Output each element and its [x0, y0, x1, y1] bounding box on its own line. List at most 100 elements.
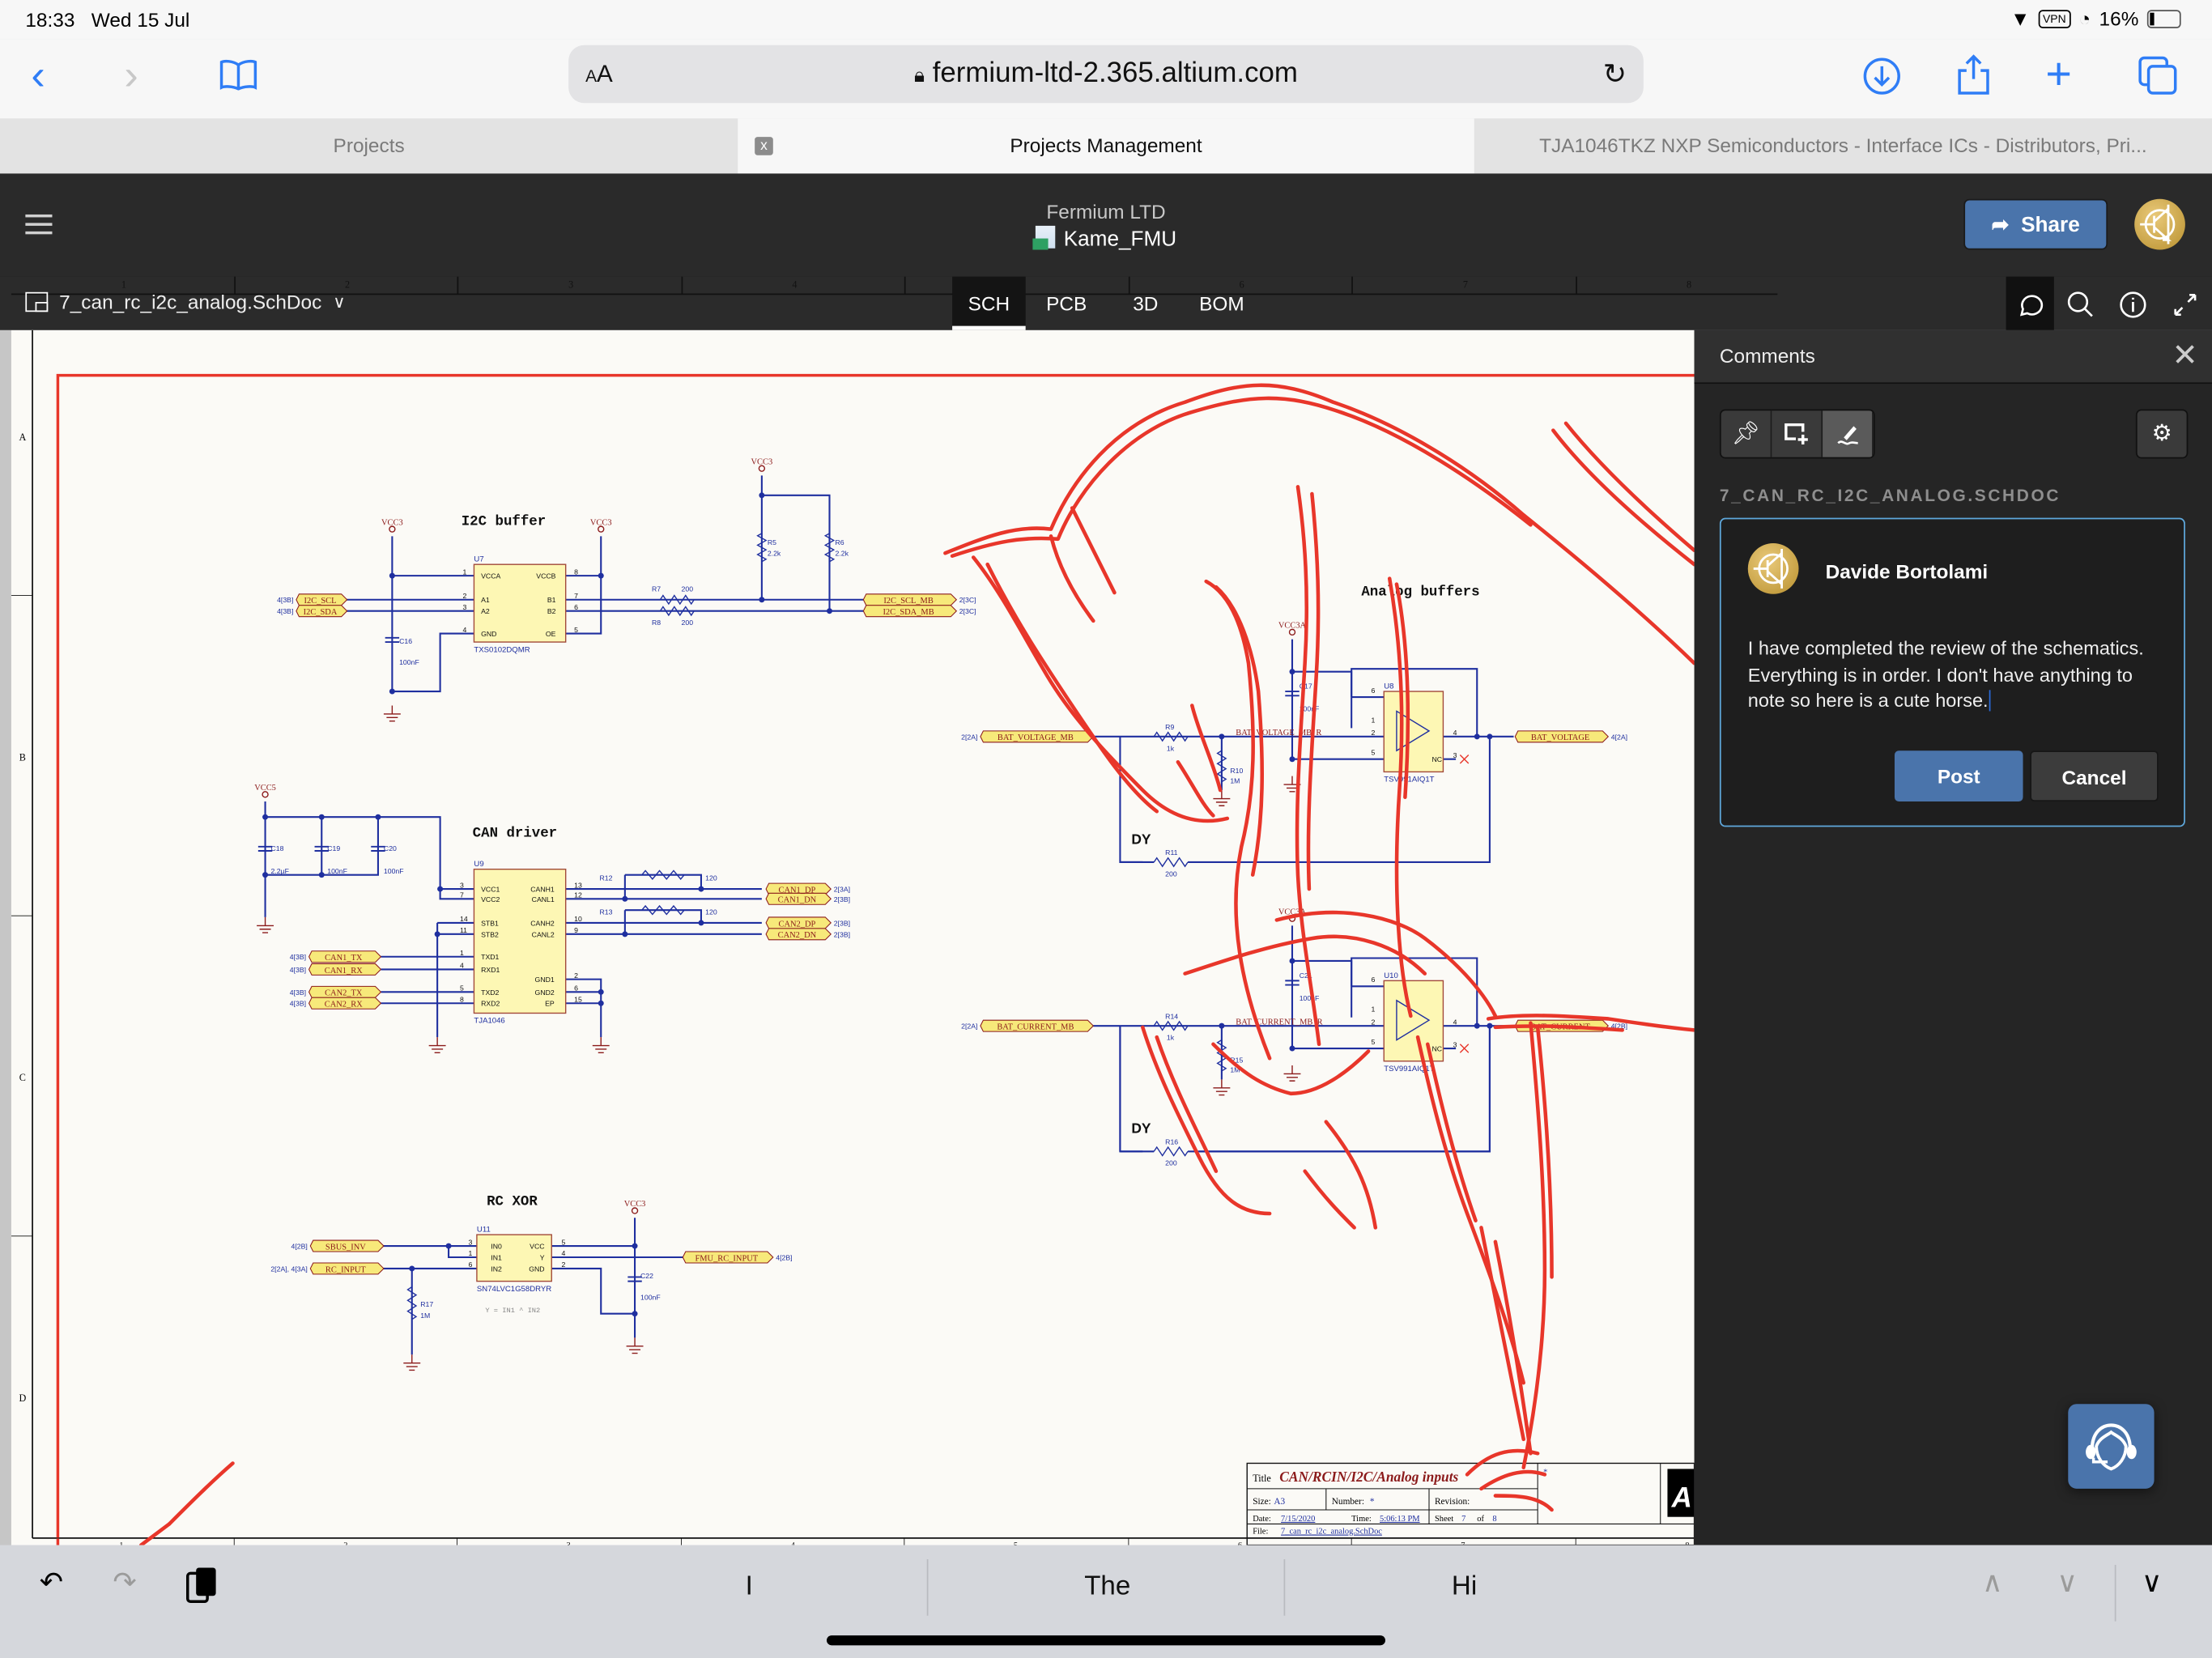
pin-label: GND1	[535, 976, 555, 984]
project-name[interactable]: Kame_FMU	[0, 225, 2212, 251]
divider	[926, 1558, 929, 1616]
next-field-icon[interactable]: ∨	[2057, 1565, 2078, 1601]
gear-icon[interactable]: ⚙︎	[2137, 410, 2187, 457]
comments-icon[interactable]	[2006, 276, 2054, 330]
share-icon[interactable]	[1955, 53, 1992, 103]
resistor	[406, 1286, 418, 1320]
port-name: CAN2_DP	[779, 920, 816, 929]
fullscreen-icon[interactable]	[2161, 277, 2209, 330]
support-button[interactable]	[2068, 1404, 2155, 1489]
download-icon[interactable]	[1862, 57, 1902, 104]
resistor	[641, 904, 685, 916]
suggestion-3[interactable]: Hi	[1288, 1557, 1641, 1619]
document-icon	[25, 291, 49, 312]
resistor	[1153, 1146, 1189, 1157]
divider	[1283, 1558, 1286, 1616]
tab-pcb[interactable]: PCB	[1034, 277, 1099, 330]
undo-icon[interactable]: ↶	[40, 1565, 63, 1601]
resistor	[756, 533, 768, 563]
pin-number: 14	[460, 915, 468, 923]
bookmarks-icon[interactable]	[219, 59, 258, 97]
suggestion-1[interactable]: I	[572, 1557, 925, 1619]
junction	[759, 492, 765, 499]
pin-label: TXD1	[481, 953, 499, 961]
port-ref: 2[3A]	[834, 886, 850, 894]
previous-field-icon[interactable]: ∧	[1982, 1565, 2003, 1601]
tab-3d[interactable]: 3D	[1121, 277, 1169, 330]
paste-icon[interactable]	[185, 1565, 219, 1613]
component-value: 1M	[420, 1312, 430, 1320]
schematic-sheet[interactable]: A B C D I2C buffer VCC3 VCC3 VCC3 U7 TXS0102D…	[11, 329, 1695, 1545]
power-label: VCC3	[381, 518, 403, 527]
pin-icon[interactable]: 📌︎	[1721, 410, 1772, 457]
document-selector[interactable]: 7_can_rc_i2c_analog.SchDoc ∨	[25, 291, 346, 313]
port-name: CAN2_DN	[778, 931, 817, 940]
url-field[interactable]: 🔒︎ fermium-ltd-2.365.altium.com	[568, 57, 1644, 90]
pin-number: 5	[574, 626, 578, 634]
tab-tja1046tkz[interactable]: TJA1046TKZ NXP Semiconductors - Interfac…	[1474, 118, 2212, 173]
close-tab-icon[interactable]: x	[755, 137, 773, 155]
pin-number: 2	[1372, 1018, 1376, 1026]
text-cursor	[1989, 690, 1992, 712]
tab-projects[interactable]: Projects	[0, 118, 738, 173]
tab-projects-management[interactable]: x Projects Management	[738, 118, 1474, 174]
port-name: CAN2_TX	[325, 989, 363, 998]
junction	[389, 688, 395, 695]
port-name: I2C_SDA	[304, 608, 338, 617]
freehand-draw-icon[interactable]	[1823, 410, 1874, 457]
post-button[interactable]: Post	[1894, 750, 2023, 802]
user-avatar[interactable]	[2134, 198, 2185, 250]
pin-number: 10	[574, 915, 582, 923]
junction	[437, 886, 444, 892]
component-value: 2.2k	[768, 550, 781, 558]
search-icon[interactable]	[2057, 277, 2104, 330]
back-icon[interactable]: ‹	[31, 51, 45, 102]
pin-number: 6	[574, 984, 578, 993]
share-button[interactable]: ➦ Share	[1963, 198, 2108, 250]
pin-label: CANH2	[530, 919, 555, 927]
pin-number: 2	[462, 592, 466, 600]
address-bar[interactable]: AAAA 🔒︎ fermium-ltd-2.365.altium.com ↻	[568, 45, 1644, 104]
battery-icon	[2146, 9, 2181, 28]
tab-bom[interactable]: BOM	[1191, 277, 1253, 330]
new-tab-icon[interactable]: +	[2045, 48, 2072, 99]
info-icon[interactable]	[2109, 277, 2157, 330]
ruler-row-a: A	[19, 432, 26, 443]
schematic-canvas[interactable]: A B C D I2C buffer VCC3 VCC3 VCC3 U7 TXS0102D…	[0, 329, 1695, 1545]
pin-number: 4	[462, 626, 466, 634]
pin-number: 15	[574, 996, 582, 1004]
junction	[622, 895, 628, 902]
share-arrow-icon: ➦	[1991, 213, 2010, 237]
ruler-bottom: 12345678	[32, 1537, 1695, 1545]
pin-label: CANL1	[532, 895, 555, 903]
tabs-icon[interactable]	[2138, 55, 2180, 104]
port-ref: 2[3C]	[959, 607, 976, 615]
comment-text-input[interactable]: I have completed the review of the schem…	[1748, 636, 2172, 715]
tab-sch[interactable]: SCH	[952, 276, 1026, 330]
power-label: VCC3	[590, 518, 612, 527]
area-comment-icon[interactable]	[1772, 410, 1823, 457]
comments-title: Comments	[1719, 344, 1815, 368]
comments-header: Comments ✕	[1694, 329, 2212, 385]
cancel-button[interactable]: Cancel	[2030, 750, 2159, 802]
ruler-column-label: 1	[121, 279, 126, 291]
pin-label: GND	[529, 1265, 544, 1273]
title-block: Title CAN/RCIN/I2C/Analog inputs Size: A…	[1246, 1462, 1695, 1545]
ruler-column-label: 3	[568, 279, 574, 291]
pin-label: TXD2	[481, 988, 499, 997]
pin-label: A2	[481, 607, 490, 615]
reload-icon[interactable]: ↻	[1603, 57, 1627, 92]
suggestion-2[interactable]: The	[931, 1557, 1284, 1619]
port-ref: 2[3B]	[834, 895, 850, 903]
component-value: 100nF	[399, 658, 419, 666]
port-ref: 4[3B]	[277, 607, 293, 615]
forward-icon[interactable]: ›	[124, 51, 138, 102]
net-label: BAT_CURRENT_MB_R	[1236, 1018, 1322, 1027]
pin-label: IN2	[491, 1265, 502, 1273]
component-value: 200	[682, 619, 694, 627]
component-value: 2.2k	[835, 550, 849, 558]
redo-icon[interactable]: ↷	[113, 1565, 136, 1601]
close-icon[interactable]: ✕	[2172, 338, 2197, 374]
pin-number: 4	[460, 962, 464, 970]
dismiss-keyboard-icon[interactable]: ∨	[2142, 1565, 2163, 1601]
